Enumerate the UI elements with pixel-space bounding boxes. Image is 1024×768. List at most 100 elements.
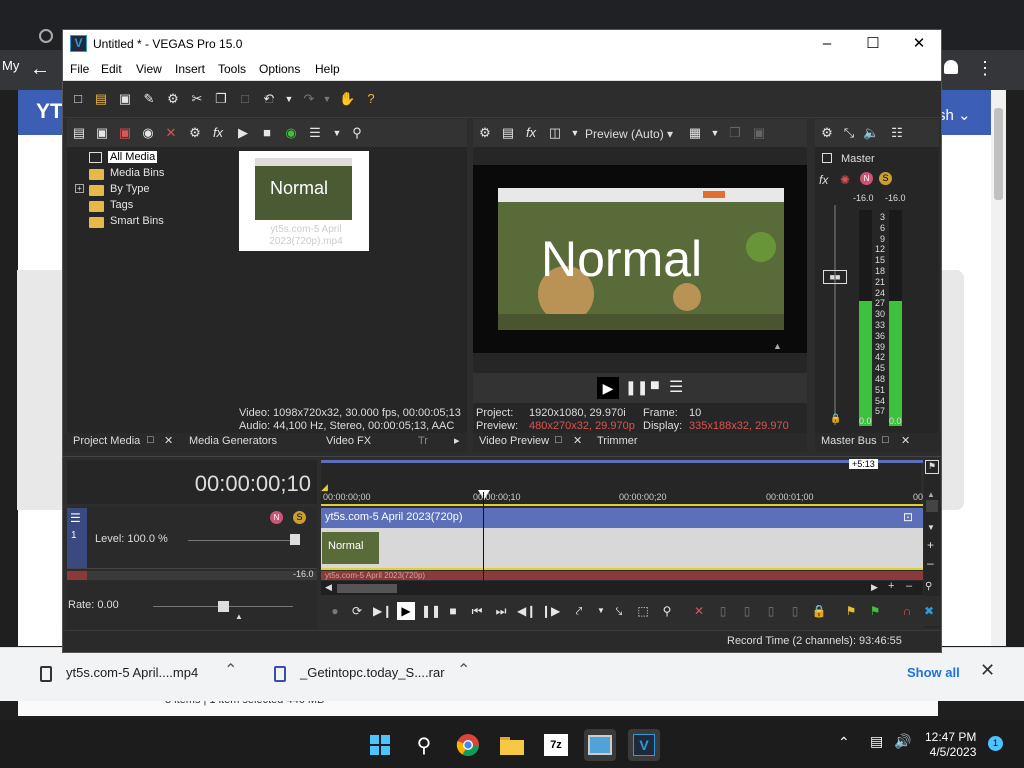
lock-envelopes-icon[interactable]: 🔒 (811, 603, 827, 619)
auto-preview-icon[interactable]: ◉ (283, 125, 299, 141)
views-icon[interactable]: ☰ (307, 125, 323, 141)
maximize-icon[interactable]: ☐ (853, 33, 893, 55)
web-icon[interactable]: ◉ (140, 125, 156, 141)
master-properties-icon[interactable]: ⚙ (819, 125, 835, 141)
overlays-dropdown-icon[interactable]: ▼ (707, 125, 723, 141)
scroll-left-icon[interactable]: ◀ (325, 582, 332, 593)
file-explorer-icon[interactable] (496, 729, 528, 761)
track-level-slider[interactable] (188, 540, 298, 541)
snapping-icon[interactable]: ∩ (899, 603, 915, 619)
master-fader-handle[interactable]: ■■ (823, 270, 847, 284)
profile-icon[interactable] (944, 60, 958, 74)
envelope-tool-icon[interactable]: ⤥ (611, 603, 627, 619)
crop-icon[interactable]: ⊡ (903, 510, 913, 524)
paste-icon[interactable]: □ (237, 91, 253, 107)
pause-button[interactable]: ❚❚ (421, 603, 441, 619)
float-icon[interactable]: □ (555, 434, 562, 446)
fullscreen-icon[interactable]: ▲ (773, 341, 782, 351)
tab-scroll-right-icon[interactable]: ▸ (454, 434, 460, 447)
preview-pause-button[interactable]: ❚❚ (625, 379, 648, 396)
stop-button[interactable]: ■ (445, 603, 461, 619)
preview-play-button[interactable]: ▶ (597, 377, 619, 399)
search-icon[interactable]: ⚲ (408, 729, 440, 761)
notification-badge[interactable]: 1 (988, 736, 1003, 751)
audio-track-strip[interactable] (67, 571, 87, 580)
media-properties-icon[interactable]: ⚙ (187, 125, 203, 141)
menu-insert[interactable]: Insert (175, 62, 205, 76)
open-icon[interactable]: ▤ (93, 91, 109, 107)
close-icon[interactable]: ✕ (164, 434, 173, 447)
copy-snapshot-icon[interactable]: ❐ (727, 125, 743, 141)
page-header-button[interactable]: sh ⌄ (938, 106, 971, 124)
clip-opacity-line[interactable] (321, 568, 923, 570)
mute-icon[interactable]: 🔈 (863, 125, 879, 141)
track-mute-icon[interactable]: N (270, 511, 283, 524)
zoom-tool-icon[interactable]: ⚲ (925, 581, 932, 592)
loop-region-bar[interactable] (321, 460, 923, 463)
properties-icon[interactable]: ⚙ (165, 91, 181, 107)
import-media-icon[interactable]: ▤ (71, 125, 87, 141)
tree-item-all-media[interactable]: All Media (108, 151, 158, 163)
close-icon[interactable]: ✕ (573, 434, 582, 447)
redo-icon[interactable]: ↷ (301, 91, 317, 107)
control-panel-icon[interactable] (584, 729, 616, 761)
zoom-edit-tool-icon[interactable]: ⚲ (659, 603, 675, 619)
close-icon[interactable]: ✕ (901, 434, 910, 447)
close-icon[interactable]: ✕ (899, 33, 939, 55)
preview-stop-button[interactable]: ■ (650, 377, 660, 395)
master-fader-track[interactable] (834, 205, 836, 425)
lock-icon[interactable]: 🔒 (830, 413, 841, 424)
tab-video-preview[interactable]: Video Preview (479, 435, 549, 447)
delete-clip-icon[interactable]: ✕ (691, 603, 707, 619)
play-button[interactable]: ▶ (397, 602, 415, 620)
capture-icon[interactable]: ▣ (94, 125, 110, 141)
tab-transitions[interactable]: Tr (418, 435, 428, 447)
split-dropdown-icon[interactable]: ▼ (567, 125, 583, 141)
preview-properties-icon[interactable]: ⚙ (477, 125, 493, 141)
download-item-1[interactable]: yt5s.com-5 April....mp4 (66, 665, 198, 680)
get-media-icon[interactable]: ▣ (117, 125, 133, 141)
split-screen-icon[interactable]: ◫ (547, 125, 563, 141)
close-icon[interactable]: ✕ (980, 660, 995, 681)
clock[interactable]: 12:47 PM 4/5/2023 (925, 730, 976, 760)
master-checkbox[interactable] (822, 153, 832, 163)
more-menu-icon[interactable]: ⋮ (976, 58, 994, 79)
tab-video-fx[interactable]: Video FX (326, 435, 371, 447)
views-dropdown-icon[interactable]: ▼ (329, 125, 345, 141)
redo-dropdown-icon[interactable]: ▼ (319, 91, 335, 107)
copy-icon[interactable]: ❐ (213, 91, 229, 107)
save-as-icon[interactable]: ✎ (141, 91, 157, 107)
master-automation-icon[interactable]: N (860, 172, 873, 185)
insert-marker-icon[interactable]: ⚑ (843, 603, 859, 619)
video-fx-icon[interactable]: fx (523, 125, 539, 141)
tab-media-generators[interactable]: Media Generators (189, 435, 277, 447)
expand-icon[interactable]: + (75, 184, 84, 193)
split-icon[interactable]: ▯ (787, 603, 803, 619)
start-icon[interactable] (364, 729, 396, 761)
tab-trimmer[interactable]: Trimmer (597, 435, 638, 447)
track-level-thumb[interactable] (290, 534, 300, 545)
back-arrow-icon[interactable]: ← (30, 58, 50, 81)
minimize-icon[interactable]: – (807, 33, 847, 55)
chrome-icon[interactable] (452, 729, 484, 761)
stop-icon[interactable]: ■ (259, 125, 275, 141)
master-env-icon[interactable]: ✺ (840, 173, 850, 187)
7zip-icon[interactable]: 7z (540, 729, 572, 761)
play-icon[interactable]: ▶ (235, 125, 251, 141)
tab-project-media[interactable]: Project Media (73, 435, 140, 447)
insert-region-icon[interactable]: ⚑ (867, 603, 883, 619)
menu-view[interactable]: View (136, 62, 162, 76)
preview-quality-select[interactable]: Preview (Auto) ▾ (585, 127, 673, 141)
mixer-icon[interactable]: ☷ (889, 125, 905, 141)
loop-icon[interactable]: ⟳ (349, 603, 365, 619)
video-clip-body[interactable] (321, 528, 923, 568)
save-icon[interactable]: ▣ (117, 91, 133, 107)
tree-item-media-bins[interactable]: Media Bins (110, 167, 164, 179)
tree-item-by-type[interactable]: By Type (110, 183, 150, 195)
scroll-right-icon[interactable]: ▶ (871, 582, 878, 593)
download-item-2[interactable]: _Getintopc.today_S....rar (300, 665, 445, 680)
chevron-up-icon[interactable]: ⌃ (838, 734, 850, 751)
tree-item-smart-bins[interactable]: Smart Bins (110, 215, 164, 227)
new-icon[interactable]: □ (70, 91, 86, 107)
tree-item-tags[interactable]: Tags (110, 199, 133, 211)
